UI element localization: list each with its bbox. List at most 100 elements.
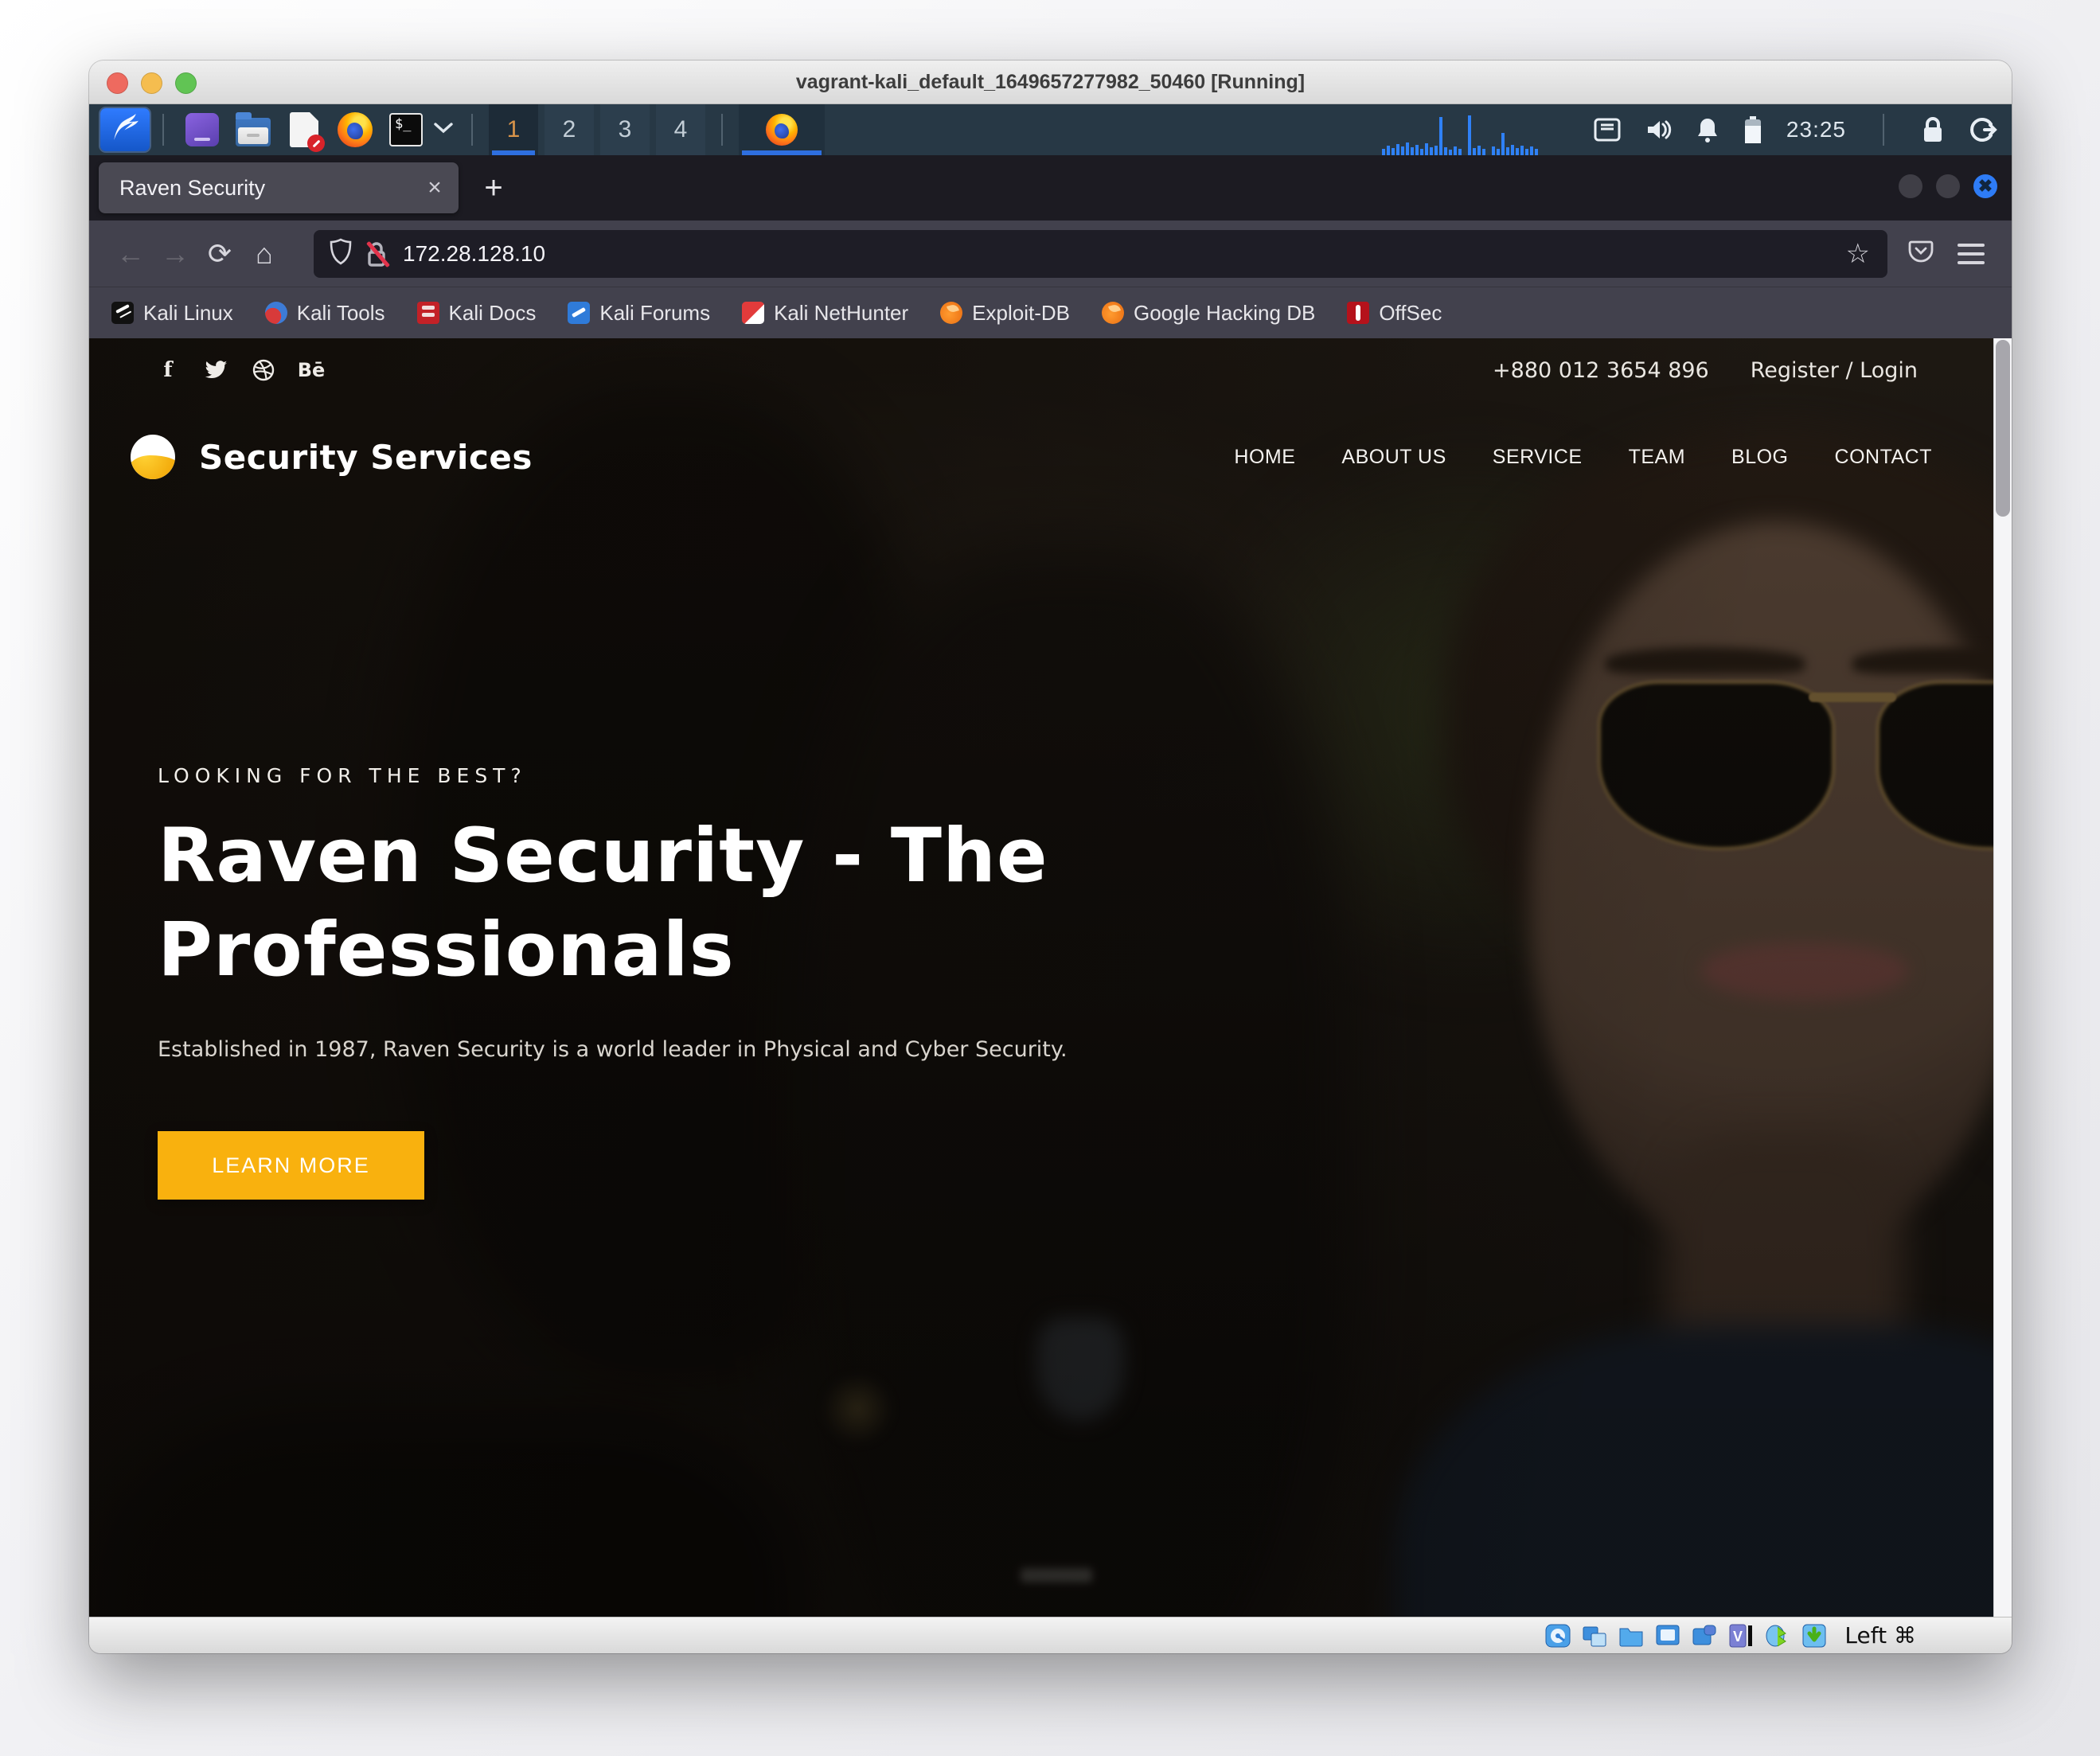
kali-docs-icon <box>417 302 439 324</box>
svg-text:V: V <box>1733 1629 1743 1645</box>
host-key-hint: Left ⌘ <box>1844 1622 1916 1649</box>
notifications-bell-icon[interactable] <box>1696 117 1719 142</box>
logout-power-icon[interactable] <box>1969 116 1996 143</box>
panel-clock[interactable]: 23:25 <box>1786 117 1846 142</box>
minimize-window-button[interactable] <box>141 72 162 94</box>
dribbble-icon[interactable] <box>252 358 275 382</box>
hero-title: Raven Security - The Professionals <box>158 810 1161 997</box>
firefox-nav-bar: ← → ⟳ ⌂ 172.28.128.10 ☆ <box>89 220 2012 287</box>
document-icon <box>290 112 318 147</box>
vbox-hdd-icon[interactable] <box>1545 1624 1571 1648</box>
vm-titlebar: vagrant-kali_default_1649657277982_50460… <box>89 60 2012 104</box>
browser-maximize-button[interactable] <box>1936 174 1960 198</box>
launcher-firefox[interactable] <box>337 111 373 148</box>
launcher-expand-button[interactable] <box>433 122 454 139</box>
launcher-terminal[interactable]: $_ <box>388 111 424 148</box>
url-bar[interactable]: 172.28.128.10 ☆ <box>314 230 1887 278</box>
vbox-vrde-icon[interactable]: V <box>1728 1624 1754 1648</box>
forward-button[interactable]: → <box>153 232 197 276</box>
lock-screen-icon[interactable] <box>1921 116 1945 143</box>
behance-icon[interactable]: Bē <box>299 358 323 382</box>
launcher-file-manager[interactable] <box>235 111 271 148</box>
nav-service[interactable]: SERVICE <box>1493 446 1583 469</box>
bookmark-offsec[interactable]: OffSec <box>1347 301 1442 326</box>
page-scrollbar[interactable] <box>1993 338 2012 1617</box>
google-hacking-db-icon <box>1102 302 1124 324</box>
learn-more-button[interactable]: LEARN MORE <box>158 1131 424 1200</box>
launcher-dashboard[interactable] <box>184 111 221 148</box>
hero-description: Established in 1987, Raven Security is a… <box>158 1037 1192 1062</box>
bookmark-kali-forums[interactable]: Kali Forums <box>568 301 710 326</box>
kali-forums-icon <box>568 302 590 324</box>
reload-button[interactable]: ⟳ <box>197 232 242 276</box>
nav-about-us[interactable]: ABOUT US <box>1341 446 1446 469</box>
nav-contact[interactable]: CONTACT <box>1835 446 1932 469</box>
phone-number: +880 012 3654 896 <box>1493 358 1709 383</box>
workspace-1[interactable]: 1 <box>489 104 538 155</box>
launcher-text-editor[interactable] <box>286 111 322 148</box>
firefox-icon <box>338 112 373 147</box>
bookmark-kali-docs[interactable]: Kali Docs <box>417 301 537 326</box>
hero-eyebrow: LOOKING FOR THE BEST? <box>158 764 527 787</box>
traffic-lights <box>107 72 197 94</box>
terminal-icon: $_ <box>389 113 423 146</box>
vbox-display-icon[interactable] <box>1655 1624 1680 1648</box>
home-button[interactable]: ⌂ <box>242 232 287 276</box>
bookmark-exploit-db[interactable]: Exploit-DB <box>940 301 1070 326</box>
bookmark-kali-linux[interactable]: Kali Linux <box>111 301 233 326</box>
browser-minimize-button[interactable] <box>1899 174 1922 198</box>
vbox-guest-additions-icon[interactable] <box>1801 1624 1827 1648</box>
kali-tools-icon <box>265 302 287 324</box>
vbox-recording-icon[interactable] <box>1692 1624 1717 1648</box>
kali-panel: $_ 1 2 3 4 23:25 <box>89 104 2012 155</box>
volume-icon[interactable] <box>1645 118 1672 142</box>
site-brand[interactable]: Security Services <box>199 438 533 477</box>
offsec-icon <box>1347 302 1369 324</box>
vm-window: vagrant-kali_default_1649657277982_50460… <box>89 60 2012 1653</box>
exploit-db-icon <box>940 302 962 324</box>
scrollbar-thumb[interactable] <box>1996 340 2010 517</box>
bookmark-kali-tools[interactable]: Kali Tools <box>265 301 385 326</box>
browser-close-button[interactable]: ✖ <box>1973 174 1997 198</box>
bookmark-star-icon[interactable]: ☆ <box>1846 238 1870 270</box>
tracking-shield-icon[interactable] <box>330 238 352 269</box>
close-window-button[interactable] <box>107 72 128 94</box>
nav-home[interactable]: HOME <box>1234 446 1295 469</box>
bookmark-kali-nethunter[interactable]: Kali NetHunter <box>742 301 908 326</box>
panel-separator <box>471 114 473 146</box>
battery-icon[interactable] <box>1743 116 1762 143</box>
firefox-icon <box>766 114 798 146</box>
insecure-padlock-icon[interactable] <box>365 240 388 268</box>
facebook-icon[interactable]: f <box>156 358 180 382</box>
taskbar-firefox-window[interactable] <box>739 104 825 155</box>
zoom-window-button[interactable] <box>175 72 197 94</box>
twitter-icon[interactable] <box>204 358 228 382</box>
kali-menu-button[interactable] <box>100 108 150 151</box>
workspace-4[interactable]: 4 <box>656 104 705 155</box>
pocket-icon[interactable] <box>1908 239 1934 268</box>
firefox-tab-bar: Raven Security × + ✖ <box>89 155 2012 220</box>
workspace-3[interactable]: 3 <box>600 104 650 155</box>
back-button[interactable]: ← <box>108 232 153 276</box>
vbox-mouse-integration-icon[interactable] <box>1765 1624 1790 1648</box>
bookmark-google-hacking-db[interactable]: Google Hacking DB <box>1102 301 1315 326</box>
panel-separator <box>162 114 164 146</box>
site-logo-icon[interactable] <box>131 435 175 479</box>
tab-raven-security[interactable]: Raven Security × <box>99 162 459 213</box>
site-nav: HOME ABOUT US SERVICE TEAM BLOG CONTACT <box>1234 402 1932 512</box>
register-login-link[interactable]: Register / Login <box>1751 358 1918 383</box>
nav-team[interactable]: TEAM <box>1629 446 1685 469</box>
nav-blog[interactable]: BLOG <box>1731 446 1788 469</box>
panel-separator <box>1883 114 1884 146</box>
panel-separator <box>721 114 723 146</box>
screen-share-icon[interactable] <box>1594 118 1621 142</box>
new-tab-button[interactable]: + <box>473 167 514 209</box>
vm-window-title: vagrant-kali_default_1649657277982_50460… <box>796 71 1305 94</box>
workspace-2[interactable]: 2 <box>545 104 594 155</box>
vbox-shared-folder-icon[interactable] <box>1618 1624 1644 1648</box>
vbox-network-icon[interactable] <box>1582 1624 1607 1648</box>
tab-close-button[interactable]: × <box>419 172 451 204</box>
menu-hamburger-icon[interactable] <box>1958 244 1985 264</box>
chevron-down-icon <box>433 124 454 138</box>
url-text[interactable]: 172.28.128.10 <box>403 241 1846 267</box>
